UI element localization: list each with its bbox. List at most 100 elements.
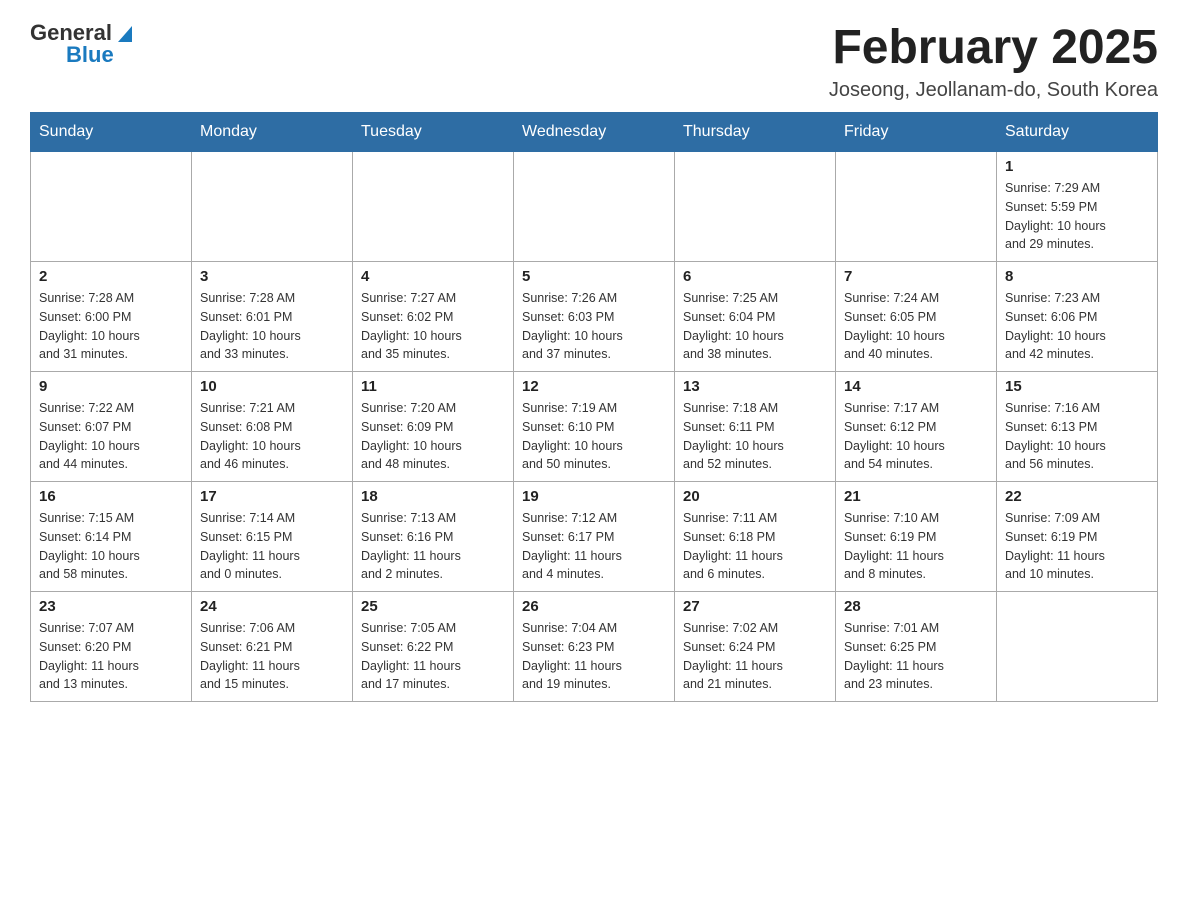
logo-blue-text: Blue bbox=[66, 42, 114, 68]
day-info: Sunrise: 7:09 AM Sunset: 6:19 PM Dayligh… bbox=[1005, 509, 1149, 584]
day-info: Sunrise: 7:28 AM Sunset: 6:00 PM Dayligh… bbox=[39, 289, 183, 364]
calendar-cell: 16Sunrise: 7:15 AM Sunset: 6:14 PM Dayli… bbox=[31, 482, 192, 592]
header-wednesday: Wednesday bbox=[514, 113, 675, 152]
calendar-cell bbox=[997, 592, 1158, 702]
header-monday: Monday bbox=[192, 113, 353, 152]
day-number: 11 bbox=[361, 378, 505, 395]
header-tuesday: Tuesday bbox=[353, 113, 514, 152]
calendar-cell: 2Sunrise: 7:28 AM Sunset: 6:00 PM Daylig… bbox=[31, 262, 192, 372]
calendar-cell: 18 Sunrise: 7:13 AM Sunset: 6:16 PM Dayli… bbox=[353, 482, 514, 592]
day-info: Sunrise: 7:29 AM Sunset: 5:59 PM Dayligh… bbox=[1005, 179, 1149, 254]
day-number: 20 bbox=[683, 488, 827, 505]
day-number: 12 bbox=[522, 378, 666, 395]
calendar-cell: 23 Sunrise: 7:07 AM Sunset: 6:20 PM Dayli… bbox=[31, 592, 192, 702]
calendar-cell: 9 Sunrise: 7:22 AM Sunset: 6:07 PM Daylig… bbox=[31, 372, 192, 482]
day-number: 4 bbox=[361, 268, 505, 285]
day-number: 25 bbox=[361, 598, 505, 615]
day-info: Sunrise: 7:16 AM Sunset: 6:13 PM Dayligh… bbox=[1005, 399, 1149, 474]
calendar-cell bbox=[192, 152, 353, 262]
week-row-5: 23 Sunrise: 7:07 AM Sunset: 6:20 PM Dayli… bbox=[31, 592, 1158, 702]
day-number: 18 bbox=[361, 488, 505, 505]
page-title: February 2025 bbox=[829, 20, 1158, 75]
calendar-cell: 22 Sunrise: 7:09 AM Sunset: 6:19 PM Dayli… bbox=[997, 482, 1158, 592]
calendar-cell bbox=[514, 152, 675, 262]
day-number: 10 bbox=[200, 378, 344, 395]
title-block: February 2025 Joseong, Jeollanam-do, Sou… bbox=[829, 20, 1158, 102]
day-info: Sunrise: 7:28 AM Sunset: 6:01 PM Dayligh… bbox=[200, 289, 344, 364]
calendar-cell: 4 Sunrise: 7:27 AM Sunset: 6:02 PM Daylig… bbox=[353, 262, 514, 372]
day-info: Sunrise: 7:27 AM Sunset: 6:02 PM Dayligh… bbox=[361, 289, 505, 364]
day-number: 16 bbox=[39, 488, 183, 505]
header-row: SundayMondayTuesdayWednesdayThursdayFrid… bbox=[31, 113, 1158, 152]
page-header: General Blue February 2025 Joseong, Jeol… bbox=[30, 20, 1158, 102]
day-info: Sunrise: 7:10 AM Sunset: 6:19 PM Dayligh… bbox=[844, 509, 988, 584]
calendar-cell bbox=[675, 152, 836, 262]
week-row-3: 9 Sunrise: 7:22 AM Sunset: 6:07 PM Daylig… bbox=[31, 372, 1158, 482]
day-number: 3 bbox=[200, 268, 344, 285]
calendar-cell bbox=[353, 152, 514, 262]
calendar-cell: 5 Sunrise: 7:26 AM Sunset: 6:03 PM Daylig… bbox=[514, 262, 675, 372]
day-number: 28 bbox=[844, 598, 988, 615]
day-number: 17 bbox=[200, 488, 344, 505]
day-info: Sunrise: 7:06 AM Sunset: 6:21 PM Dayligh… bbox=[200, 619, 344, 694]
calendar-cell: 7 Sunrise: 7:24 AM Sunset: 6:05 PM Daylig… bbox=[836, 262, 997, 372]
day-number: 7 bbox=[844, 268, 988, 285]
day-number: 13 bbox=[683, 378, 827, 395]
day-number: 1 bbox=[1005, 158, 1149, 175]
day-number: 9 bbox=[39, 378, 183, 395]
calendar-cell: 21 Sunrise: 7:10 AM Sunset: 6:19 PM Dayli… bbox=[836, 482, 997, 592]
day-info: Sunrise: 7:04 AM Sunset: 6:23 PM Dayligh… bbox=[522, 619, 666, 694]
logo: General Blue bbox=[30, 20, 136, 68]
header-thursday: Thursday bbox=[675, 113, 836, 152]
day-info: Sunrise: 7:07 AM Sunset: 6:20 PM Dayligh… bbox=[39, 619, 183, 694]
calendar-cell: 19 Sunrise: 7:12 AM Sunset: 6:17 PM Dayli… bbox=[514, 482, 675, 592]
day-info: Sunrise: 7:14 AM Sunset: 6:15 PM Dayligh… bbox=[200, 509, 344, 584]
day-number: 5 bbox=[522, 268, 666, 285]
day-info: Sunrise: 7:22 AM Sunset: 6:07 PM Dayligh… bbox=[39, 399, 183, 474]
day-info: Sunrise: 7:02 AM Sunset: 6:24 PM Dayligh… bbox=[683, 619, 827, 694]
calendar-cell bbox=[31, 152, 192, 262]
day-info: Sunrise: 7:21 AM Sunset: 6:08 PM Dayligh… bbox=[200, 399, 344, 474]
day-number: 26 bbox=[522, 598, 666, 615]
calendar-cell: 24 Sunrise: 7:06 AM Sunset: 6:21 PM Dayli… bbox=[192, 592, 353, 702]
day-number: 15 bbox=[1005, 378, 1149, 395]
week-row-4: 16Sunrise: 7:15 AM Sunset: 6:14 PM Dayli… bbox=[31, 482, 1158, 592]
day-number: 24 bbox=[200, 598, 344, 615]
day-info: Sunrise: 7:18 AM Sunset: 6:11 PM Dayligh… bbox=[683, 399, 827, 474]
calendar-cell: 13 Sunrise: 7:18 AM Sunset: 6:11 PM Dayli… bbox=[675, 372, 836, 482]
calendar-cell: 27 Sunrise: 7:02 AM Sunset: 6:24 PM Dayli… bbox=[675, 592, 836, 702]
header-sunday: Sunday bbox=[31, 113, 192, 152]
calendar-cell: 20Sunrise: 7:11 AM Sunset: 6:18 PM Dayli… bbox=[675, 482, 836, 592]
header-friday: Friday bbox=[836, 113, 997, 152]
day-info: Sunrise: 7:13 AM Sunset: 6:16 PM Dayligh… bbox=[361, 509, 505, 584]
day-number: 27 bbox=[683, 598, 827, 615]
logo-triangle-icon bbox=[114, 22, 136, 44]
day-number: 22 bbox=[1005, 488, 1149, 505]
calendar-cell: 8 Sunrise: 7:23 AM Sunset: 6:06 PM Daylig… bbox=[997, 262, 1158, 372]
day-number: 19 bbox=[522, 488, 666, 505]
day-info: Sunrise: 7:01 AM Sunset: 6:25 PM Dayligh… bbox=[844, 619, 988, 694]
calendar-cell: 15 Sunrise: 7:16 AM Sunset: 6:13 PM Dayli… bbox=[997, 372, 1158, 482]
day-info: Sunrise: 7:19 AM Sunset: 6:10 PM Dayligh… bbox=[522, 399, 666, 474]
day-info: Sunrise: 7:12 AM Sunset: 6:17 PM Dayligh… bbox=[522, 509, 666, 584]
calendar-cell: 3 Sunrise: 7:28 AM Sunset: 6:01 PM Daylig… bbox=[192, 262, 353, 372]
calendar-cell: 11Sunrise: 7:20 AM Sunset: 6:09 PM Dayli… bbox=[353, 372, 514, 482]
calendar-cell: 25Sunrise: 7:05 AM Sunset: 6:22 PM Dayli… bbox=[353, 592, 514, 702]
calendar-cell: 17 Sunrise: 7:14 AM Sunset: 6:15 PM Dayli… bbox=[192, 482, 353, 592]
calendar-cell: 12 Sunrise: 7:19 AM Sunset: 6:10 PM Dayli… bbox=[514, 372, 675, 482]
day-number: 23 bbox=[39, 598, 183, 615]
day-info: Sunrise: 7:25 AM Sunset: 6:04 PM Dayligh… bbox=[683, 289, 827, 364]
calendar-header: SundayMondayTuesdayWednesdayThursdayFrid… bbox=[31, 113, 1158, 152]
day-info: Sunrise: 7:24 AM Sunset: 6:05 PM Dayligh… bbox=[844, 289, 988, 364]
day-number: 8 bbox=[1005, 268, 1149, 285]
week-row-2: 2Sunrise: 7:28 AM Sunset: 6:00 PM Daylig… bbox=[31, 262, 1158, 372]
header-saturday: Saturday bbox=[997, 113, 1158, 152]
calendar-body: 1 Sunrise: 7:29 AM Sunset: 5:59 PM Daylig… bbox=[31, 152, 1158, 702]
day-info: Sunrise: 7:26 AM Sunset: 6:03 PM Dayligh… bbox=[522, 289, 666, 364]
day-info: Sunrise: 7:23 AM Sunset: 6:06 PM Dayligh… bbox=[1005, 289, 1149, 364]
calendar-table: SundayMondayTuesdayWednesdayThursdayFrid… bbox=[30, 112, 1158, 702]
calendar-cell: 14Sunrise: 7:17 AM Sunset: 6:12 PM Dayli… bbox=[836, 372, 997, 482]
calendar-cell: 1 Sunrise: 7:29 AM Sunset: 5:59 PM Daylig… bbox=[997, 152, 1158, 262]
day-number: 21 bbox=[844, 488, 988, 505]
page-subtitle: Joseong, Jeollanam-do, South Korea bbox=[829, 79, 1158, 102]
